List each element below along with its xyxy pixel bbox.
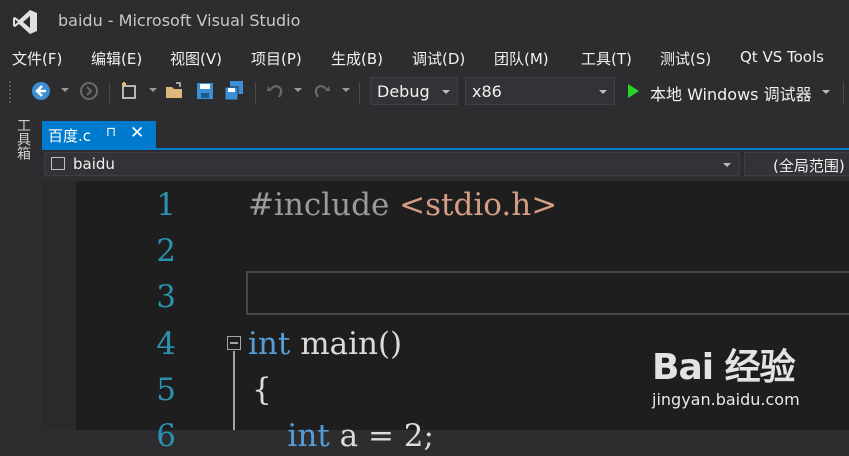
- chevron-down-icon: [442, 90, 450, 94]
- forward-icon[interactable]: [78, 80, 100, 102]
- play-icon: [628, 84, 639, 98]
- window-title: baidu - Microsoft Visual Studio: [58, 11, 301, 30]
- menu-debug[interactable]: 调试(D): [412, 48, 465, 69]
- menu-file[interactable]: 文件(F): [12, 48, 62, 69]
- solution-platform-dropdown[interactable]: x86: [465, 77, 615, 105]
- line-number: 4: [156, 326, 176, 362]
- project-name: baidu: [73, 155, 115, 173]
- chevron-down-icon: [723, 163, 731, 167]
- keyword-token: int: [248, 326, 291, 362]
- toolbar-separator: [843, 82, 844, 104]
- back-icon[interactable]: [30, 80, 52, 102]
- project-dropdown[interactable]: baidu: [44, 152, 740, 176]
- code-text: main(): [290, 326, 403, 362]
- current-line-highlight: [246, 271, 849, 315]
- line-number: 6: [156, 418, 176, 454]
- configuration-value: Debug: [377, 82, 430, 101]
- line-number: 3: [156, 279, 176, 315]
- menu-team[interactable]: 团队(M): [494, 48, 549, 69]
- code-line[interactable]: int main(): [248, 324, 402, 364]
- toolbar-separator: [359, 82, 360, 104]
- open-file-icon[interactable]: [164, 80, 186, 102]
- new-project-icon[interactable]: [118, 80, 140, 102]
- menu-tools[interactable]: 工具(T): [581, 48, 632, 69]
- menu-build[interactable]: 生成(B): [331, 48, 383, 69]
- toolbox-tab[interactable]: 工具箱: [10, 118, 31, 160]
- line-number: 1: [156, 187, 176, 223]
- preprocessor-token: #include: [248, 187, 390, 223]
- keyword-token: int: [248, 418, 330, 454]
- include-path-token: <stdio.h>: [389, 187, 558, 223]
- save-icon[interactable]: [194, 80, 216, 102]
- standard-toolbar: Debug x86 本地 Windows 调试器: [0, 74, 849, 110]
- save-all-icon[interactable]: [223, 80, 245, 102]
- scope-dropdown[interactable]: (全局范围): [744, 152, 849, 176]
- chevron-down-icon: [599, 90, 607, 94]
- redo-icon[interactable]: [311, 80, 333, 102]
- code-line[interactable]: {: [252, 370, 272, 410]
- start-debugging-button[interactable]: 本地 Windows 调试器: [624, 77, 834, 105]
- back-dropdown-icon[interactable]: [61, 88, 69, 92]
- outline-guide: [233, 351, 235, 430]
- navigation-bar: baidu (全局范围): [42, 151, 849, 179]
- menu-qt-vs-tools[interactable]: Qt VS Tools: [740, 48, 824, 66]
- code-line[interactable]: int a = 2;: [248, 416, 434, 456]
- line-number: 5: [156, 372, 176, 408]
- code-text: {: [252, 372, 272, 408]
- editor-margin: [42, 181, 76, 430]
- project-icon: [51, 157, 65, 170]
- menu-test[interactable]: 测试(S): [660, 48, 711, 69]
- baidu-jingyan-watermark: Bai 经验 jingyan.baidu.com: [652, 338, 842, 418]
- code-line[interactable]: #include <stdio.h>: [248, 185, 557, 225]
- menu-edit[interactable]: 编辑(E): [91, 48, 142, 69]
- menu-project[interactable]: 项目(P): [251, 48, 302, 69]
- redo-dropdown-icon[interactable]: [342, 88, 350, 92]
- tab-well-underline: [42, 148, 849, 150]
- watermark-url: jingyan.baidu.com: [652, 390, 800, 409]
- toolbar-separator: [109, 82, 110, 104]
- document-tab-label: 百度.c: [48, 127, 92, 145]
- line-number: 2: [156, 233, 176, 269]
- collapse-icon[interactable]: [227, 336, 241, 350]
- run-label: 本地 Windows 调试器: [650, 85, 812, 104]
- close-icon[interactable]: ✕: [130, 123, 144, 143]
- menu-view[interactable]: 视图(V): [170, 48, 222, 69]
- solution-configuration-dropdown[interactable]: Debug: [370, 77, 458, 105]
- title-bar: baidu - Microsoft Visual Studio: [0, 0, 849, 44]
- toolbar-grip[interactable]: [8, 80, 12, 104]
- undo-dropdown-icon[interactable]: [294, 88, 302, 92]
- watermark-logo: Bai 经验: [652, 347, 796, 388]
- visual-studio-logo-icon: [13, 10, 37, 34]
- menu-bar: 文件(F) 编辑(E) 视图(V) 项目(P) 生成(B) 调试(D) 团队(M…: [0, 44, 849, 72]
- toolbar-separator: [255, 82, 256, 104]
- scope-value: (全局范围): [773, 157, 845, 175]
- undo-icon[interactable]: [264, 80, 286, 102]
- code-text: a = 2;: [329, 418, 434, 454]
- new-dropdown-icon[interactable]: [149, 88, 157, 92]
- document-tab-active[interactable]: 百度.c ⊓ ✕: [42, 121, 156, 148]
- pin-icon[interactable]: ⊓: [106, 125, 116, 140]
- platform-value: x86: [472, 82, 502, 101]
- chevron-down-icon[interactable]: [822, 90, 830, 94]
